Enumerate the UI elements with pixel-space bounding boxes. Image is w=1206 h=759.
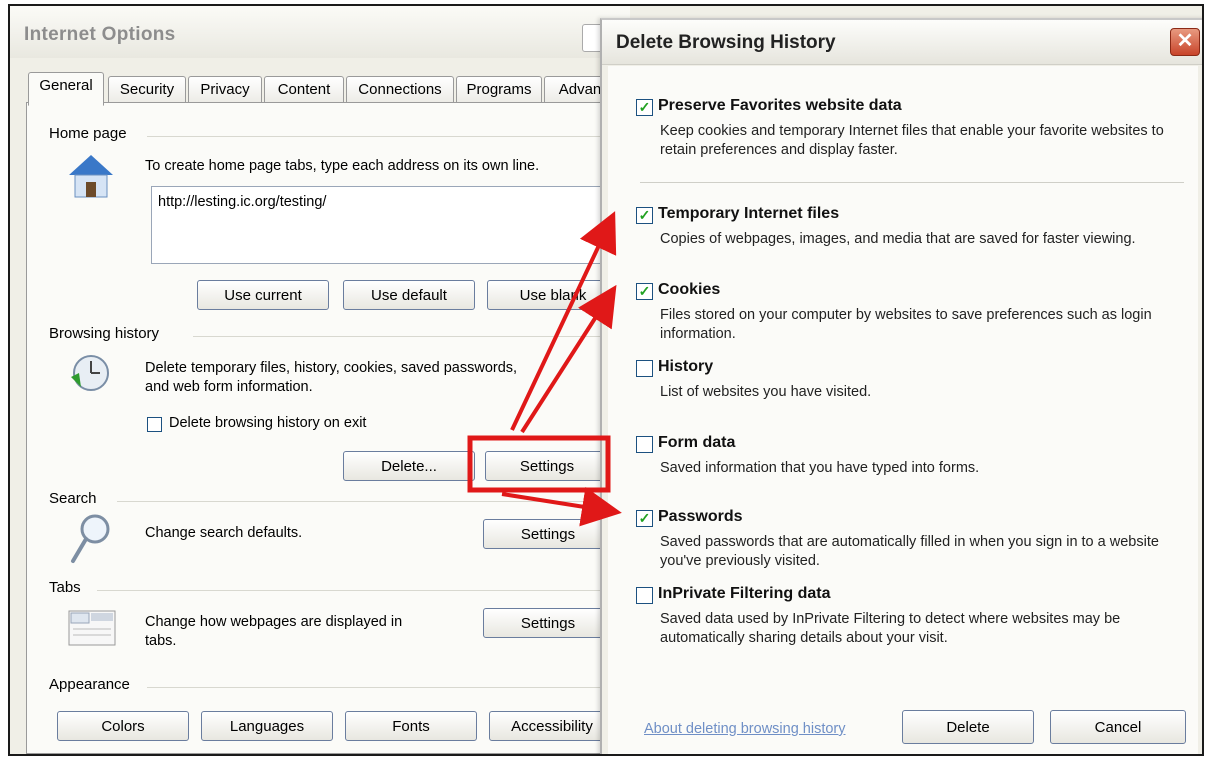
tabs-desc-line1: Change how webpages are displayed in (145, 614, 403, 630)
divider (193, 336, 613, 337)
tab-connections[interactable]: Connections (346, 76, 454, 103)
accessibility-button[interactable]: Accessibility (489, 711, 615, 741)
general-panel: Home page To create home page tabs, type… (26, 102, 628, 754)
inprivate-filtering-label: InPrivate Filtering data (658, 585, 831, 602)
browsing-history-desc-line2: and web form information. (145, 379, 313, 395)
tabs-icon (68, 610, 116, 646)
about-deleting-history-link[interactable]: About deleting browsing history (644, 721, 846, 737)
divider (147, 687, 613, 688)
history-desc: List of websites you have visited. (660, 384, 872, 400)
history-checkbox[interactable] (636, 360, 653, 377)
close-icon[interactable]: ✕ (1170, 28, 1200, 56)
history-clock-icon (71, 355, 109, 391)
home-page-url-field[interactable]: http://lesting.ic.org/testing/ (151, 186, 623, 264)
search-desc: Change search defaults. (145, 525, 303, 541)
tab-general[interactable]: General (28, 72, 104, 106)
delete-on-exit-label: Delete browsing history on exit (169, 415, 367, 431)
preserve-favorites-checkbox[interactable]: ✓ (636, 99, 653, 116)
colors-button[interactable]: Colors (57, 711, 189, 741)
form-data-desc: Saved information that you have typed in… (660, 460, 980, 476)
history-label: History (658, 358, 714, 375)
temporary-internet-files-checkbox[interactable]: ✓ (636, 207, 653, 224)
delete-on-exit-checkbox[interactable] (147, 417, 162, 432)
home-page-section-title: Home page (49, 125, 127, 142)
search-settings-button[interactable]: Settings (483, 519, 613, 549)
use-current-button[interactable]: Use current (197, 280, 329, 310)
cookies-label: Cookies (658, 281, 721, 298)
dialog-titlebar: Delete Browsing History ✕ (602, 20, 1202, 65)
cookies-desc: Files stored on your computer by website… (660, 307, 1152, 342)
tab-privacy[interactable]: Privacy (188, 76, 262, 103)
browsing-history-section-title: Browsing history (49, 325, 160, 342)
divider (97, 590, 613, 591)
form-data-label: Form data (658, 434, 736, 451)
form-data-checkbox[interactable] (636, 436, 653, 453)
cookies-checkbox[interactable]: ✓ (636, 283, 653, 300)
preserve-favorites-desc: Keep cookies and temporary Internet file… (660, 123, 1164, 158)
delete-button[interactable]: Delete... (343, 451, 475, 481)
temporary-internet-files-desc: Copies of webpages, images, and media th… (660, 231, 1136, 247)
appearance-section-title: Appearance (49, 676, 130, 693)
dialog-delete-button[interactable]: Delete (902, 710, 1034, 744)
divider (117, 501, 613, 502)
tabs-section-title: Tabs (49, 579, 81, 596)
passwords-checkbox[interactable]: ✓ (636, 510, 653, 527)
passwords-desc: Saved passwords that are automatically f… (660, 534, 1159, 569)
languages-button[interactable]: Languages (201, 711, 333, 741)
dialog-body: ✓ Preserve Favorites website data Keep c… (608, 66, 1198, 754)
dialog-title: Delete Browsing History (616, 32, 836, 53)
internet-options-titlebar: Internet Options (10, 6, 630, 58)
use-default-button[interactable]: Use default (343, 280, 475, 310)
divider (147, 136, 617, 137)
home-icon (69, 155, 113, 198)
tab-content[interactable]: Content (264, 76, 344, 103)
search-section-title: Search (49, 490, 97, 507)
inprivate-filtering-desc: Saved data used by InPrivate Filtering t… (660, 611, 1121, 646)
delete-browsing-history-dialog: Delete Browsing History ✕ ✓ Preserve Fav… (600, 18, 1202, 754)
tabs-desc-line2: tabs. (145, 633, 177, 649)
fonts-button[interactable]: Fonts (345, 711, 477, 741)
divider (640, 182, 1184, 183)
tabs-settings-button[interactable]: Settings (483, 608, 613, 638)
tab-security[interactable]: Security (108, 76, 186, 103)
inprivate-filtering-checkbox[interactable] (636, 587, 653, 604)
search-magnifier-icon (71, 514, 110, 563)
browsing-history-desc-line1: Delete temporary files, history, cookies… (145, 360, 518, 376)
preserve-favorites-label: Preserve Favorites website data (658, 97, 902, 114)
temporary-internet-files-label: Temporary Internet files (658, 205, 840, 222)
home-page-instruction: To create home page tabs, type each addr… (145, 158, 540, 174)
tab-programs[interactable]: Programs (456, 76, 542, 103)
passwords-label: Passwords (658, 508, 743, 525)
screenshot-frame: Internet Options General Security Privac… (8, 4, 1204, 756)
browsing-history-settings-button[interactable]: Settings (485, 451, 609, 481)
home-page-url-text: http://lesting.ic.org/testing/ (158, 194, 327, 210)
dialog-cancel-button[interactable]: Cancel (1050, 710, 1186, 744)
window-title: Internet Options (24, 24, 176, 45)
